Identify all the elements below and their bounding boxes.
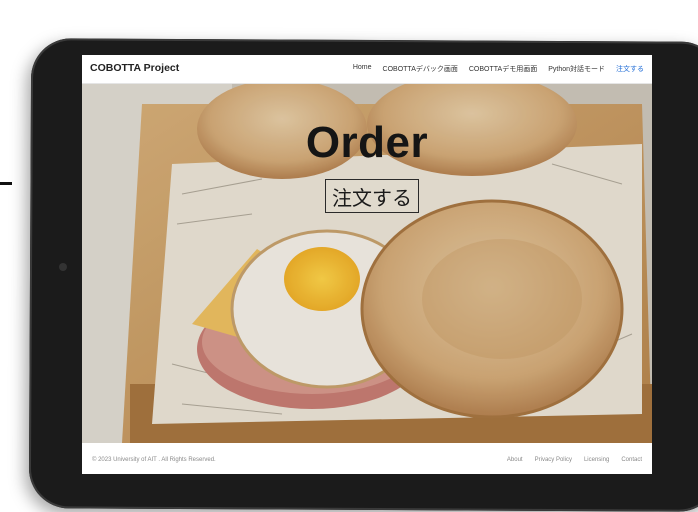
nav-item-home[interactable]: Home: [353, 64, 372, 74]
nav-item-python[interactable]: Python対話モード: [548, 64, 605, 74]
brand-logo[interactable]: COBOTTA Project: [90, 62, 179, 74]
navbar: COBOTTA Project Home COBOTTAデバック画面 COBOT…: [82, 55, 652, 84]
order-button[interactable]: 注文する: [325, 179, 419, 213]
footer: © 2023 University of AIT . All Rights Re…: [82, 443, 652, 474]
footer-link-licensing[interactable]: Licensing: [584, 457, 609, 463]
footer-link-privacy[interactable]: Privacy Policy: [535, 457, 572, 463]
footer-links: About Privacy Policy Licensing Contact: [507, 457, 642, 463]
copyright-text: © 2023 University of AIT . All Rights Re…: [92, 457, 216, 463]
nav-item-order[interactable]: 注文する: [616, 64, 644, 74]
camera-icon: [59, 263, 67, 271]
nav-item-debug[interactable]: COBOTTAデバック画面: [383, 64, 458, 74]
nav-menu: Home COBOTTAデバック画面 COBOTTAデモ用画面 Python対話…: [353, 64, 644, 74]
footer-link-about[interactable]: About: [507, 457, 523, 463]
hero-section: Order 注文する: [82, 84, 652, 443]
nav-item-demo[interactable]: COBOTTAデモ用画面: [469, 64, 537, 74]
footer-link-contact[interactable]: Contact: [621, 457, 642, 463]
hero-title: Order: [305, 118, 429, 167]
browser-viewport: COBOTTA Project Home COBOTTAデバック画面 COBOT…: [82, 55, 652, 474]
decorative-dash: [0, 182, 12, 185]
